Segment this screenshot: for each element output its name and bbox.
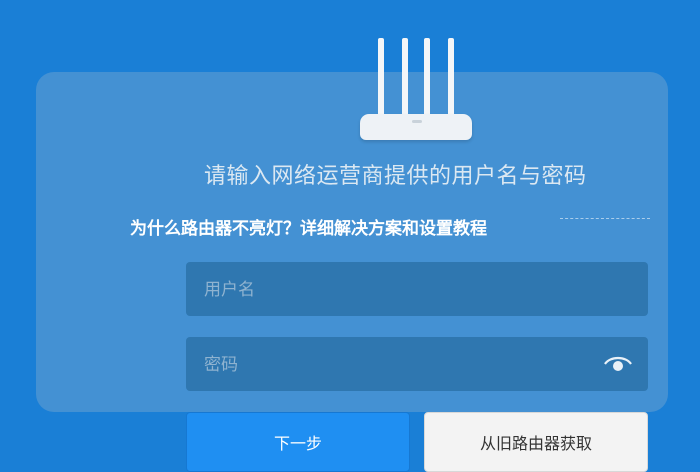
router-antenna	[448, 38, 454, 120]
instruction-text: 请输入网络运营商提供的用户名与密码	[204, 164, 587, 189]
router-body	[360, 114, 472, 140]
next-button[interactable]: 下一步	[186, 412, 410, 472]
divider	[560, 218, 650, 219]
get-from-old-router-button[interactable]: 从旧路由器获取	[424, 412, 648, 472]
router-led	[412, 120, 422, 123]
router-antenna	[402, 38, 408, 120]
router-icon	[356, 38, 476, 140]
router-antenna	[378, 38, 384, 120]
router-antenna	[424, 38, 430, 120]
username-field	[186, 262, 648, 318]
password-field	[186, 337, 648, 393]
password-input[interactable]	[202, 337, 606, 393]
username-input[interactable]	[202, 262, 606, 318]
eye-icon[interactable]	[604, 354, 632, 374]
